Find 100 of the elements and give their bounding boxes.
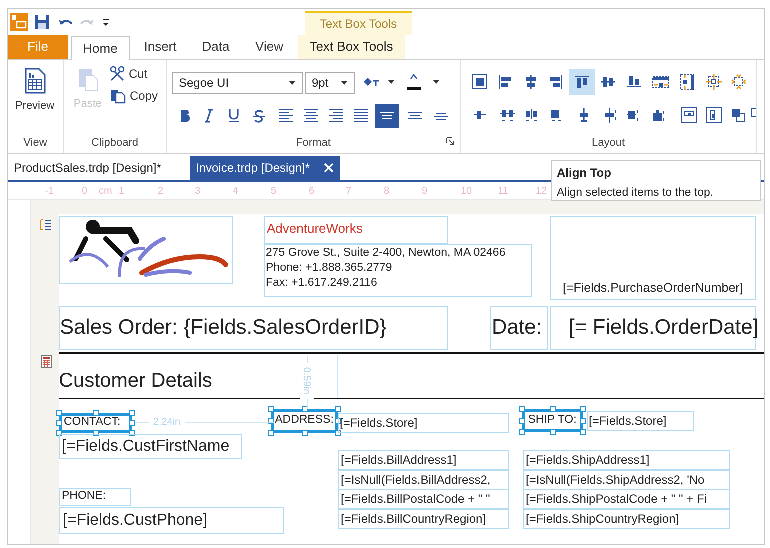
date-label-text-box: Date:	[490, 306, 548, 350]
order-date-text-box: [= Fields.OrderDate]	[550, 306, 756, 350]
resize-handle[interactable]	[302, 406, 308, 412]
layout-icon	[524, 108, 538, 122]
font-size-dropdown[interactable]: 9pt	[305, 72, 355, 94]
strikethrough-icon	[252, 110, 266, 122]
tooltip-title: Align Top	[557, 165, 612, 182]
layout-icon	[498, 74, 512, 90]
ruler-label: 6	[309, 185, 315, 199]
tooltip-text: Align selected items to the top.	[557, 186, 715, 201]
layout-icon	[652, 108, 664, 122]
ribbon-tab[interactable]: Data	[191, 35, 241, 59]
store-text-box: [=Fields.Store]	[338, 413, 509, 433]
dropdown-caret-icon	[289, 81, 296, 85]
ruler-label: 0	[82, 185, 88, 199]
dropdown-caret-icon	[433, 80, 440, 84]
resize-handle[interactable]	[93, 410, 99, 416]
ruler-label: 10	[461, 185, 472, 199]
dropdown-caret-icon	[341, 81, 348, 85]
contact-name-text-box: [=Fields.CustFirstName	[59, 434, 242, 459]
address-field-text-box: [=IsNull(Fields.BillAddress2,	[338, 470, 509, 490]
ruler-label: 1	[119, 185, 125, 199]
layout-icon	[473, 110, 487, 120]
phone-label-text-box: PHONE:	[59, 488, 131, 506]
ruler-label: 3	[195, 185, 201, 199]
layout-button[interactable]	[569, 69, 595, 95]
company-name-text-box: AdventureWorks	[264, 216, 448, 244]
italic-icon	[204, 109, 214, 123]
ruler-label: 4	[233, 185, 239, 199]
layout-icon	[579, 107, 589, 123]
address-field-text-box: [=Fields.BillPostalCode + " "	[338, 489, 509, 509]
ruler-label: 8	[384, 185, 390, 199]
ruler-label: cm	[99, 185, 112, 199]
align-left-icon	[278, 108, 294, 124]
justify-icon	[353, 108, 369, 124]
document-tab[interactable]: Invoice.trdp [Design]*	[190, 156, 340, 180]
align-middle-icon	[407, 111, 423, 121]
layout-icon	[680, 74, 694, 90]
align-right-icon	[328, 108, 344, 124]
preview-icon	[24, 68, 46, 94]
address-line: 275 Grove St., Suite 2-400, Newton, MA 02466	[266, 246, 507, 261]
layout-icon	[730, 108, 746, 122]
address-field-text-box: [=Fields.ShipPostalCode + " " + Fi	[523, 489, 730, 509]
calculator-icon	[41, 355, 52, 368]
phone-text-box: [=Fields.CustPhone]	[59, 507, 284, 534]
save-button[interactable]	[34, 13, 52, 31]
ruler-label: 7	[346, 185, 352, 199]
address-field-text-box: [=Fields.ShipCountryRegion]	[523, 508, 730, 528]
section-icon	[40, 219, 52, 231]
align-top-button[interactable]	[375, 104, 399, 128]
layout-icon	[472, 74, 488, 90]
layout-icon	[706, 74, 722, 90]
ruler-label: 5	[271, 185, 277, 199]
ribbon-tab[interactable]: Text Box Tools	[298, 35, 405, 59]
copy-button[interactable]: Copy	[110, 87, 158, 105]
customize-menu-button[interactable]	[102, 16, 112, 28]
font-name-dropdown[interactable]: Segoe UI	[172, 72, 303, 94]
bold-icon	[180, 109, 190, 123]
close-icon	[324, 163, 334, 173]
group-label: View	[24, 136, 48, 151]
sales-order-text-box: Sales Order: {Fields.SalesOrderID}	[59, 306, 448, 350]
ribbon-tab[interactable]: Home	[71, 36, 130, 60]
preview-button[interactable]: Preview	[10, 68, 60, 118]
section-title: Customer Details	[59, 369, 212, 394]
layout-icon	[600, 76, 616, 88]
align-bottom-icon	[433, 112, 449, 120]
save-icon	[34, 14, 50, 30]
resize-handle[interactable]	[302, 430, 308, 436]
cut-icon	[110, 66, 125, 82]
purchase-order-text-box: [=Fields.PurchaseOrderNumber]	[550, 216, 756, 300]
address-field-text-box: [=Fields.ShipAddress1]	[523, 450, 730, 470]
app-logo-icon	[10, 13, 28, 31]
ruler-label: 12	[536, 185, 548, 199]
align-center-icon	[303, 108, 319, 124]
layout-icon	[626, 108, 638, 122]
cut-button[interactable]: Cut	[110, 65, 148, 83]
resize-handle[interactable]	[550, 406, 556, 412]
layout-icon	[498, 108, 516, 122]
layout-icon	[652, 76, 668, 88]
close-button[interactable]	[324, 163, 334, 173]
ruler-label: 9	[422, 185, 428, 199]
customize-menu-icon	[102, 18, 110, 26]
layout-icon	[548, 74, 564, 90]
dropdown-caret-icon	[388, 80, 395, 84]
dialog-launcher-button[interactable]	[446, 136, 456, 146]
group-label: Layout	[592, 136, 626, 151]
address-field-text-box: [=Fields.BillAddress1]	[338, 450, 509, 470]
measurement-label: 0.59in	[300, 363, 314, 399]
resize-handle[interactable]	[550, 429, 556, 435]
copy-icon	[110, 88, 126, 104]
layout-icon	[574, 75, 590, 89]
ruler-label: 11	[498, 185, 508, 199]
layout-icon	[604, 106, 616, 124]
address-field-text-box: [=IsNull(Fields.ShipAddress2, 'No	[523, 470, 730, 490]
layout-icon	[680, 106, 698, 124]
dialog-launcher-icon	[446, 136, 455, 146]
layout-icon	[626, 75, 642, 89]
ribbon-tab[interactable]: View	[241, 35, 298, 59]
ribbon-tab[interactable]: Insert	[130, 35, 191, 59]
align-top-icon	[379, 111, 395, 121]
